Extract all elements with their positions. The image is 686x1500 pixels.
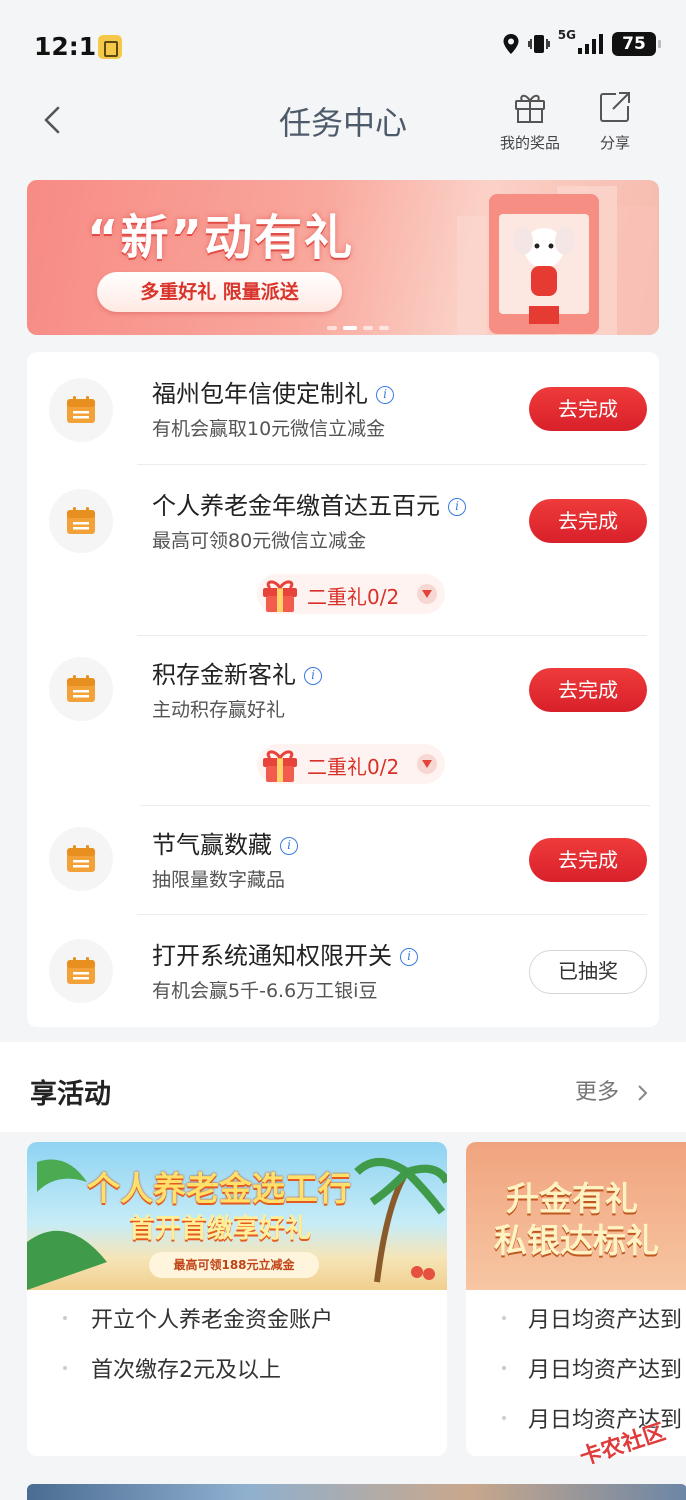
task-title: 节气赢数藏 i [152,825,298,860]
share-icon [600,92,630,122]
task-title-text: 个人养老金年缴首达五百元 [152,492,440,520]
task-title: 福州包年信使定制礼 i [152,374,394,409]
red-gift-icon [263,750,297,782]
bullet [502,1316,506,1320]
task-title: 打开系统通知权限开关 i [152,936,418,971]
info-icon[interactable]: i [376,386,394,404]
chevron-right-icon [638,1085,648,1101]
calendar-icon [49,378,113,442]
pension-banner-image: 个人养老金选工行 首开首缴享好礼 最高可领188元立减金 [27,1142,447,1290]
info-icon[interactable]: i [400,948,418,966]
go-complete-button[interactable]: 去完成 [529,499,647,543]
activities-section: 享活动 更多 个人养老金选工行 首开首缴享好礼 最高可领188元立减金 开立个人… [0,1042,686,1500]
task-title-text: 打开系统通知权限开关 [152,942,392,970]
share-label: 分享 [599,134,630,152]
pagination-dot-active [343,326,357,330]
calendar-icon [49,827,113,891]
info-icon[interactable]: i [448,498,466,516]
info-icon[interactable]: i [304,667,322,685]
more-label: 更多 [574,1080,619,1105]
more-link[interactable]: 更多 [575,1074,650,1106]
banner-subheadline: 首开首缴享好礼 [129,1214,312,1244]
activity-requirement: 开立个人养老金资金账户 [91,1308,334,1333]
my-prizes-button[interactable]: 我的奖品 [490,90,570,153]
divider [137,464,647,465]
calendar-icon [49,489,113,553]
task-title-text: 节气赢数藏 [152,831,272,859]
calendar-icon [49,939,113,1003]
banner-subtitle: 多重好礼 限量派送 [97,272,342,312]
status-bar: 12:11 5G 75 [0,0,686,80]
activity-requirement: 月日均资产达到 [528,1308,683,1333]
task-title-text: 积存金新客礼 [152,661,296,689]
bullet [63,1366,67,1370]
bullet [502,1416,506,1420]
activity-card[interactable]: 升金有礼 私银达标礼 月日均资产达到 月日均资产达到 月日均资产达到 [466,1142,686,1456]
banner-pagination [327,326,389,330]
building-mascot-illustration [457,186,657,335]
divider [137,914,647,915]
divider [137,635,647,636]
pagination-dot [379,326,389,330]
bonus-text: 二重礼0/2 [307,755,400,779]
task-description: 最高可领80元微信立减金 [152,530,367,552]
network-type: 5G [557,28,576,42]
banner-subheadline: 私银达标礼 [494,1221,659,1260]
bonus-text: 二重礼0/2 [307,585,400,609]
status-icons: 5G 75 [502,28,661,56]
activity-requirement: 月日均资产达到 [528,1358,683,1383]
my-prizes-label: 我的奖品 [499,134,560,152]
activity-carousel[interactable]: 个人养老金选工行 首开首缴享好礼 最高可领188元立减金 开立个人养老金资金账户… [0,1132,686,1500]
signal-icon [578,34,603,54]
pagination-dot [327,326,337,330]
next-banner-peek [27,1484,686,1500]
info-icon[interactable]: i [280,837,298,855]
pagination-dot [363,326,373,330]
task-title: 积存金新客礼 i [152,655,322,690]
bullet [63,1316,67,1320]
vibrate-icon [527,35,550,53]
task-description: 抽限量数字藏品 [152,869,286,891]
section-title: 享活动 [30,1079,111,1110]
clipboard-icon [98,35,122,59]
expand-arrow-icon [417,584,437,604]
drawn-status-button[interactable]: 已抽奖 [529,950,647,994]
go-complete-button[interactable]: 去完成 [529,387,647,431]
gift-icon [515,94,545,123]
task-description: 有机会赢5千-6.6万工银i豆 [152,980,378,1002]
bonus-reward-toggle[interactable]: 二重礼0/2 [257,744,445,784]
task-list-card: 福州包年信使定制礼 i 有机会赢取10元微信立减金 去完成 个人养老金年缴首达五百… [27,352,659,1027]
go-complete-button[interactable]: 去完成 [529,838,647,882]
promo-banner[interactable]: “新”动有礼 多重好礼 限量派送 [27,180,659,335]
expand-arrow-icon [417,754,437,774]
share-button[interactable]: 分享 [575,90,655,153]
bullet [502,1366,506,1370]
banner-headline: 升金有礼 [506,1179,638,1218]
private-bank-banner-image: 升金有礼 私银达标礼 [466,1142,686,1290]
bonus-reward-toggle[interactable]: 二重礼0/2 [257,574,445,614]
banner-headline: 个人养老金选工行 [87,1169,351,1208]
task-title: 个人养老金年缴首达五百元 i [152,486,466,521]
task-description: 主动积存赢好礼 [152,699,286,721]
battery-indicator: 75 [612,32,661,56]
calendar-icon [49,657,113,721]
location-icon [503,34,519,54]
task-description: 有机会赢取10元微信立减金 [152,418,386,440]
activity-card[interactable]: 个人养老金选工行 首开首缴享好礼 最高可领188元立减金 开立个人养老金资金账户… [27,1142,447,1456]
app-header: 任务中心 我的奖品 分享 [0,80,686,160]
activity-requirement: 首次缴存2元及以上 [91,1358,281,1383]
go-complete-button[interactable]: 去完成 [529,668,647,712]
banner-pill: 最高可领188元立减金 [149,1252,319,1278]
divider [140,805,650,806]
red-gift-icon [263,580,297,612]
task-title-text: 福州包年信使定制礼 [152,380,368,408]
banner-title: “新”动有礼 [87,210,355,266]
